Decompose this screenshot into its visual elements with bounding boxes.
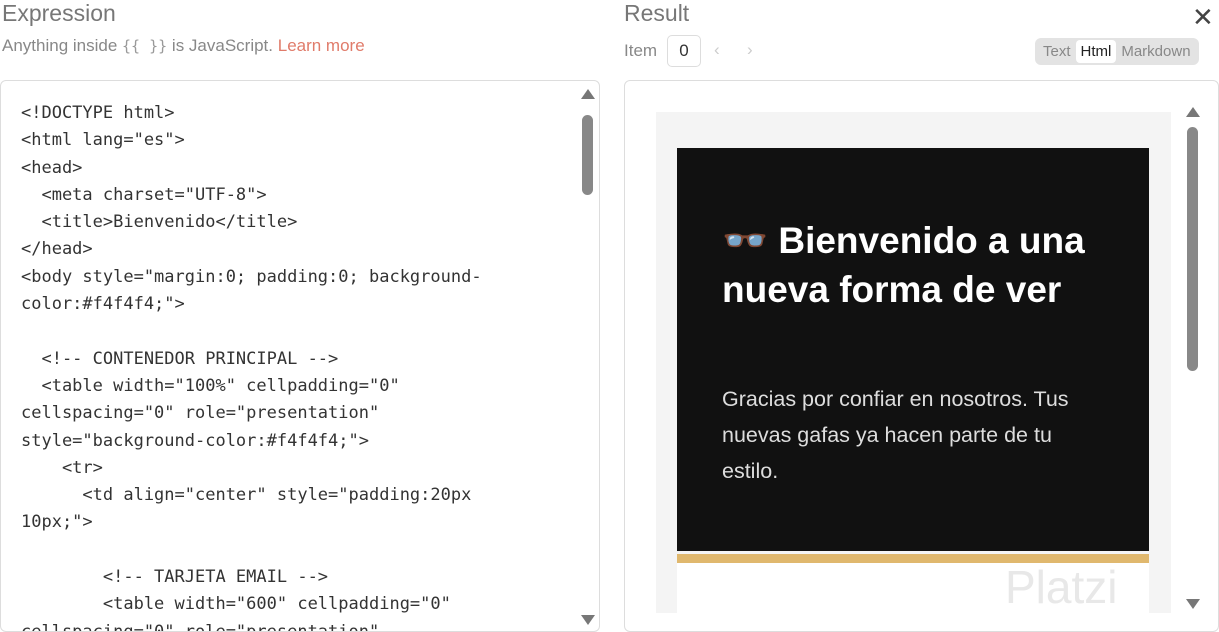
item-label: Item (624, 41, 658, 60)
next-item-icon[interactable]: › (747, 40, 753, 60)
headline-text: Bienvenido a una nueva forma de ver (722, 220, 1085, 310)
hint-text: Anything inside (2, 36, 123, 55)
glasses-icon: 👓 (722, 220, 769, 261)
code-content[interactable]: <!DOCTYPE html> <html lang="es"> <head> … (21, 100, 482, 631)
scroll-thumb[interactable] (582, 115, 593, 195)
mode-markdown[interactable]: Markdown (1116, 40, 1195, 63)
scroll-up-icon[interactable] (1186, 107, 1200, 117)
prev-item-icon[interactable]: ‹ (714, 40, 720, 60)
scroll-down-icon[interactable] (581, 615, 595, 625)
editor-scrollbar[interactable] (581, 87, 595, 627)
scroll-down-icon[interactable] (1186, 599, 1200, 609)
email-frame: 👓 Bienvenido a una nueva forma de ver Gr… (656, 112, 1171, 613)
result-preview: 👓 Bienvenido a una nueva forma de ver Gr… (624, 80, 1219, 632)
output-mode-toggle: Text Html Markdown (1035, 38, 1199, 65)
scroll-up-icon[interactable] (581, 89, 595, 99)
expression-editor[interactable]: <!DOCTYPE html> <html lang="es"> <head> … (0, 80, 600, 632)
hint-text-suffix: is JavaScript. (167, 36, 278, 55)
mode-text[interactable]: Text (1038, 40, 1076, 63)
email-card: 👓 Bienvenido a una nueva forma de ver Gr… (677, 148, 1149, 551)
expression-title: Expression (2, 0, 116, 26)
email-body: Gracias por confiar en nosotros. Tus nue… (722, 387, 1069, 483)
expression-hint: Anything inside {{ }} is JavaScript. Lea… (2, 36, 365, 56)
scroll-thumb[interactable] (1187, 127, 1198, 371)
platzi-watermark: Platzi (1005, 561, 1118, 613)
close-icon[interactable]: ✕ (1192, 2, 1214, 33)
result-title: Result (624, 0, 690, 26)
hint-braces: {{ }} (122, 37, 168, 55)
preview-scrollbar[interactable] (1186, 105, 1200, 611)
learn-more-link[interactable]: Learn more (278, 36, 365, 55)
mode-html[interactable]: Html (1075, 40, 1117, 63)
email-headline: 👓 Bienvenido a una nueva forma de ver (722, 216, 1122, 314)
item-input[interactable]: 0 (667, 35, 701, 67)
